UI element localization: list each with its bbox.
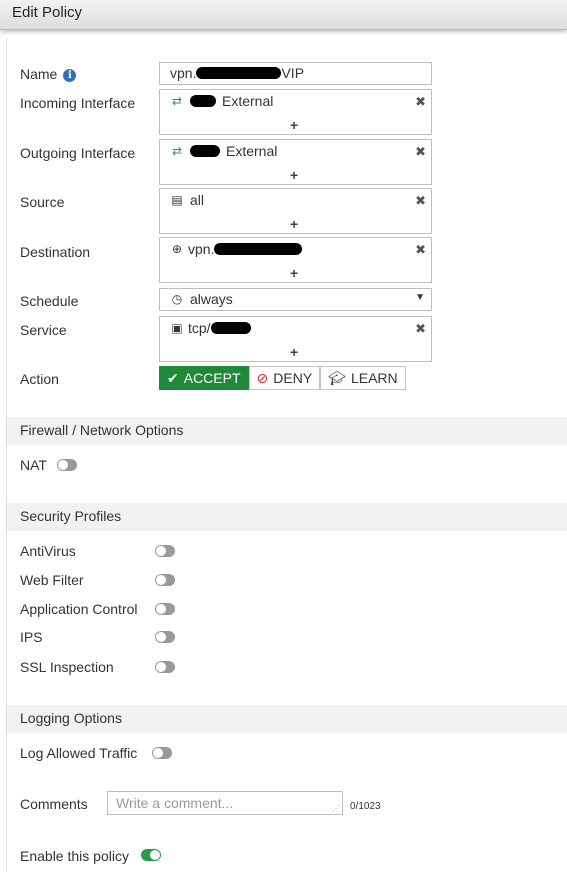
service-label: Service (20, 322, 67, 338)
ssl-inspection-toggle[interactable] (155, 661, 175, 673)
incoming-interface-value: External (222, 93, 274, 109)
accept-button[interactable]: ✔ ACCEPT (159, 366, 249, 390)
deny-label: DENY (273, 370, 313, 386)
enable-policy-label: Enable this policy (20, 848, 129, 864)
deny-icon: ⊘ (256, 369, 269, 386)
security-profiles-heading: Security Profiles (7, 503, 567, 531)
antivirus-label: AntiVirus (20, 543, 76, 559)
enable-policy-toggle[interactable] (141, 849, 161, 861)
redacted-block (190, 95, 216, 107)
interface-icon: ⇄ (171, 94, 183, 108)
deny-button[interactable]: ⊘ DENY (248, 366, 321, 390)
chevron-down-icon[interactable]: ▼ (415, 292, 425, 303)
outgoing-interface-field[interactable]: ⇄ External ✖ + (159, 139, 432, 185)
log-allowed-traffic-label: Log Allowed Traffic (20, 745, 138, 761)
window-title: Edit Policy (0, 0, 567, 30)
ips-toggle[interactable] (155, 631, 175, 643)
log-allowed-traffic-toggle[interactable] (152, 747, 172, 759)
address-icon: ▤ (171, 193, 183, 207)
remove-incoming-button[interactable]: ✖ (415, 94, 426, 110)
source-field[interactable]: ▤ all ✖ + (159, 188, 432, 234)
remove-destination-button[interactable]: ✖ (415, 242, 426, 258)
application-control-toggle[interactable] (155, 603, 175, 615)
action-label: Action (20, 371, 59, 387)
resize-handle-icon[interactable]: ⋰ (332, 804, 340, 813)
schedule-value: always (190, 291, 233, 307)
redacted-block (214, 243, 303, 255)
name-input[interactable]: vpn. VIP (159, 62, 432, 85)
source-label: Source (20, 194, 65, 210)
nat-label: NAT (20, 457, 47, 473)
application-control-label: Application Control (20, 601, 138, 617)
schedule-icon: ◷ (171, 292, 183, 306)
add-destination-button[interactable]: + (290, 265, 298, 281)
incoming-interface-field[interactable]: ⇄ External ✖ + (159, 89, 432, 135)
info-icon[interactable]: i (63, 69, 77, 82)
source-value: all (190, 192, 205, 208)
destination-value: vpn. (188, 241, 215, 257)
service-value: tcp/ (188, 320, 211, 336)
web-filter-toggle[interactable] (155, 574, 175, 586)
name-suffix: VIP (281, 65, 305, 81)
comments-label: Comments (20, 796, 88, 812)
name-label-row: Name i (20, 66, 77, 82)
comments-textarea[interactable]: Write a comment... ⋰ (107, 791, 343, 815)
comment-char-counter: 0/1023 (350, 801, 381, 812)
accept-label: ACCEPT (183, 370, 241, 386)
remove-service-button[interactable]: ✖ (415, 321, 426, 337)
remove-source-button[interactable]: ✖ (415, 193, 426, 209)
name-label: Name (20, 66, 58, 82)
vip-icon: ⊕ (171, 242, 183, 256)
ssl-inspection-label: SSL Inspection (20, 659, 114, 675)
add-incoming-button[interactable]: + (290, 117, 298, 133)
name-prefix: vpn. (170, 65, 197, 81)
destination-label: Destination (20, 244, 91, 260)
ips-label: IPS (20, 629, 43, 645)
comments-placeholder: Write a comment... (116, 795, 234, 811)
service-icon: ▣ (171, 321, 183, 335)
logging-options-heading: Logging Options (7, 705, 567, 733)
nat-toggle[interactable] (57, 459, 77, 471)
redacted-block (210, 322, 251, 334)
redacted-block (190, 145, 220, 157)
firewall-options-heading: Firewall / Network Options (7, 417, 567, 445)
antivirus-toggle[interactable] (155, 545, 175, 557)
learn-label: LEARN (350, 370, 398, 386)
redacted-block (196, 67, 282, 79)
outgoing-interface-label: Outgoing Interface (20, 145, 136, 161)
learn-button[interactable]: 🎓︎ LEARN (320, 366, 406, 390)
service-field[interactable]: ▣ tcp/ ✖ + (159, 316, 432, 362)
schedule-label: Schedule (20, 293, 79, 309)
interface-icon: ⇄ (171, 144, 183, 158)
action-button-group: ✔ ACCEPT ⊘ DENY 🎓︎ LEARN (159, 366, 406, 390)
add-outgoing-button[interactable]: + (290, 167, 298, 183)
outgoing-interface-value: External (226, 143, 278, 159)
add-source-button[interactable]: + (290, 216, 298, 232)
remove-outgoing-button[interactable]: ✖ (415, 144, 426, 160)
check-icon: ✔ (167, 369, 179, 386)
web-filter-label: Web Filter (20, 572, 84, 588)
learn-icon: 🎓︎ (328, 369, 346, 386)
policy-form: Name i vpn. VIP Incoming Interface ⇄ Exte… (6, 38, 567, 872)
schedule-select[interactable]: ◷ always ▼ (159, 288, 432, 311)
incoming-interface-label: Incoming Interface (20, 95, 136, 111)
destination-field[interactable]: ⊕ vpn. ✖ + (159, 237, 432, 283)
add-service-button[interactable]: + (290, 344, 298, 360)
